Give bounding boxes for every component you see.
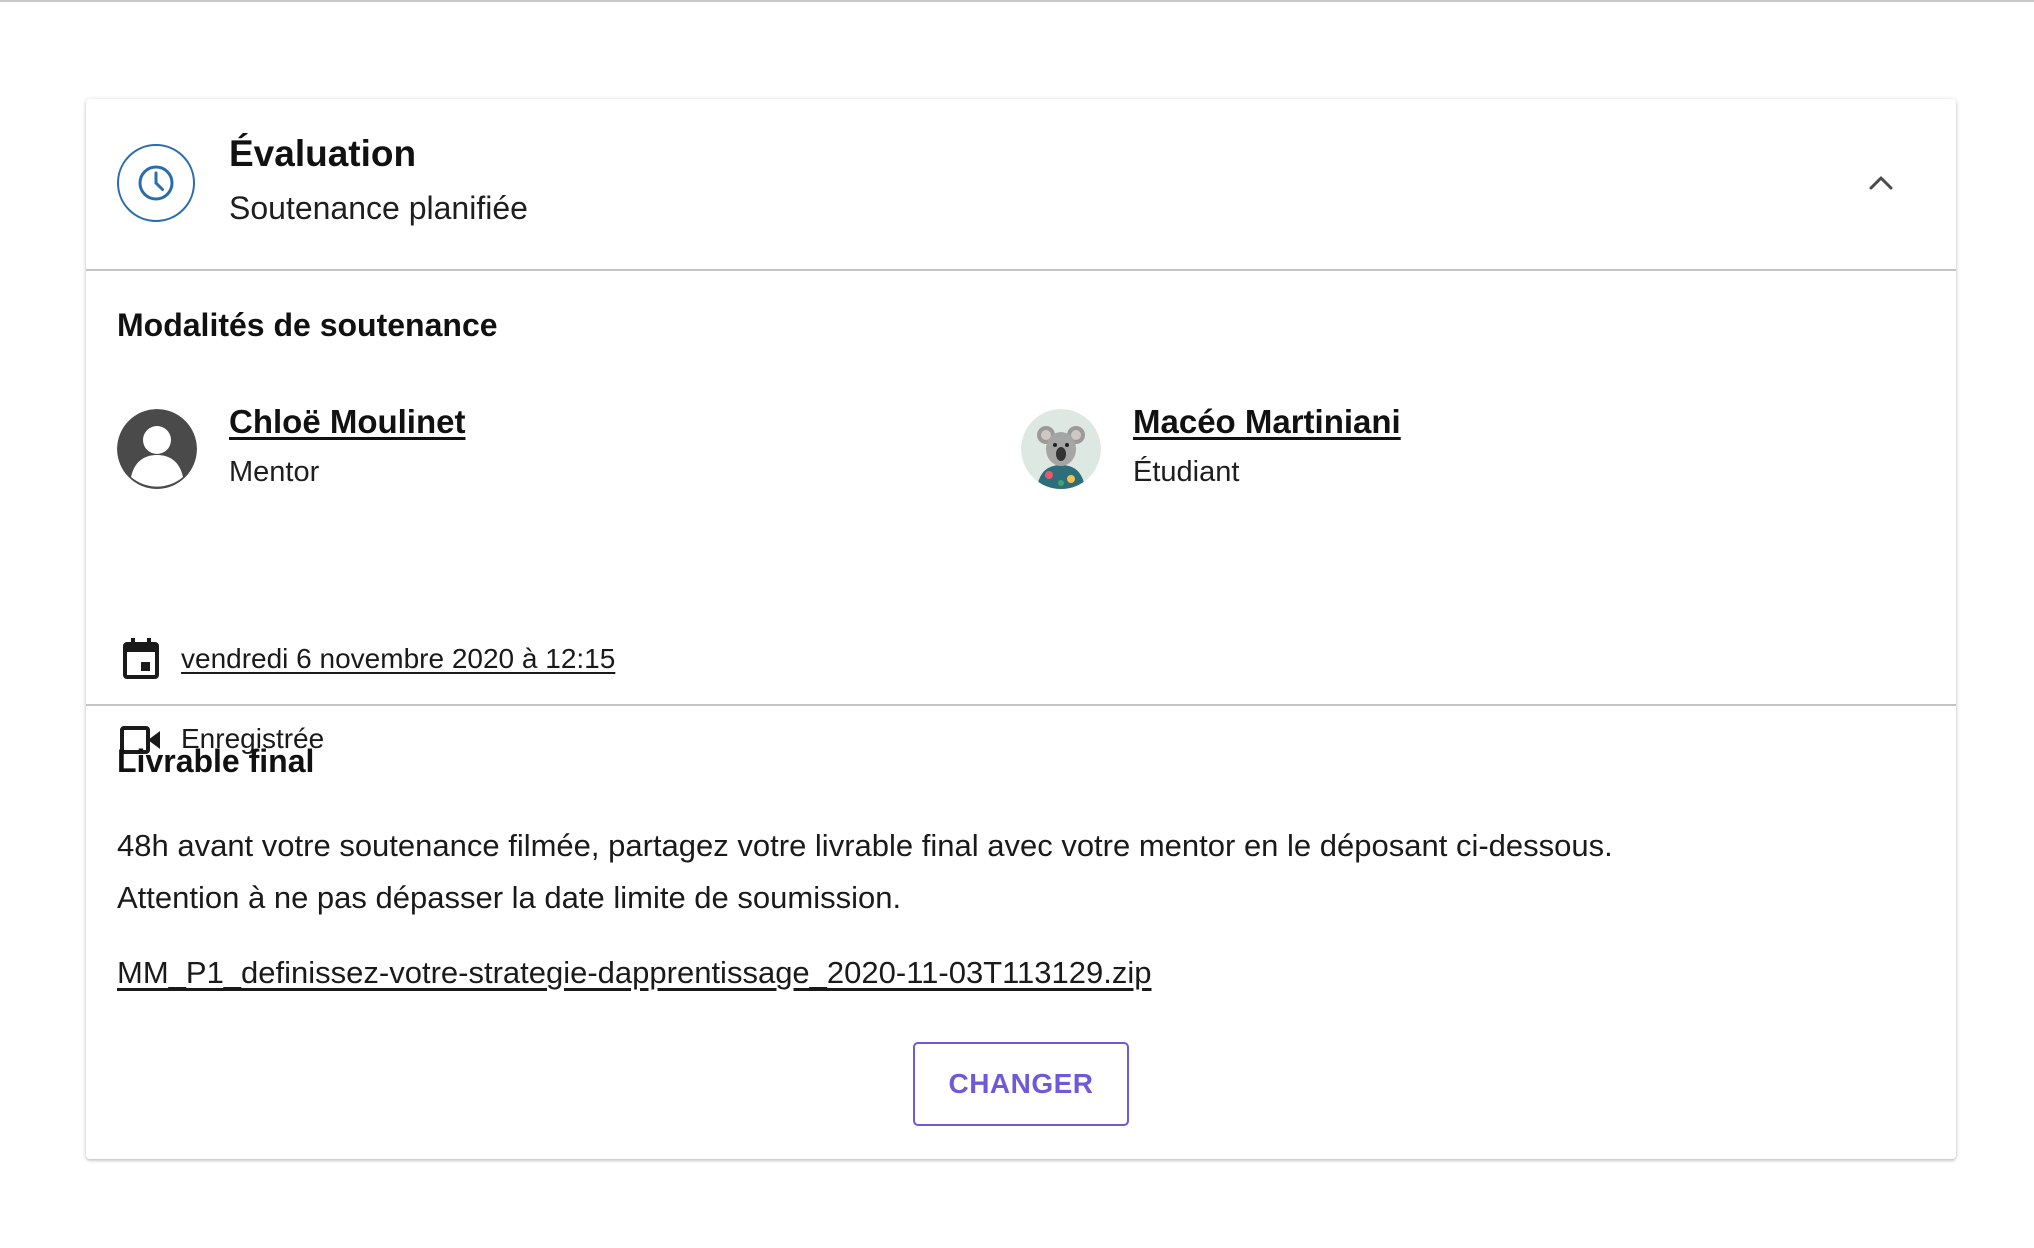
deliverable-instructions: 48h avant votre soutenance filmée, parta… bbox=[117, 820, 1927, 924]
deliverable-section-title: Livrable final bbox=[117, 743, 315, 779]
top-divider bbox=[0, 0, 2034, 2]
card-status: Soutenance planifiée bbox=[229, 190, 528, 226]
koala-avatar bbox=[1021, 409, 1101, 489]
chevron-up-icon[interactable] bbox=[1861, 163, 1901, 203]
card-header[interactable]: Évaluation Soutenance planifiée bbox=[86, 99, 1956, 271]
calendar-icon bbox=[119, 637, 163, 681]
student-role: Étudiant bbox=[1133, 456, 1240, 488]
change-file-button[interactable]: CHANGER bbox=[913, 1042, 1129, 1126]
deliverable-file-link[interactable]: MM_P1_definissez-votre-strategie-dappren… bbox=[117, 955, 1152, 991]
instructions-line-1: 48h avant votre soutenance filmée, parta… bbox=[117, 828, 1613, 863]
evaluation-card: Évaluation Soutenance planifiée Modalité… bbox=[86, 99, 1956, 1159]
final-deliverable-section: Livrable final 48h avant votre soutenanc… bbox=[86, 706, 1956, 1159]
defense-details-section: Modalités de soutenance Chloë Moulinet M… bbox=[86, 271, 1956, 754]
mentor-avatar bbox=[117, 409, 197, 489]
mentor-name-link[interactable]: Chloë Moulinet bbox=[229, 403, 465, 441]
defense-section-title: Modalités de soutenance bbox=[117, 307, 498, 343]
mentor-role: Mentor bbox=[229, 456, 320, 488]
instructions-line-2: Attention à ne pas dépasser la date limi… bbox=[117, 880, 902, 915]
student-name-link[interactable]: Macéo Martiniani bbox=[1133, 403, 1401, 441]
clock-icon bbox=[117, 144, 195, 222]
card-title: Évaluation bbox=[229, 133, 417, 174]
defense-date-link[interactable]: vendredi 6 novembre 2020 à 12:15 bbox=[181, 643, 615, 675]
